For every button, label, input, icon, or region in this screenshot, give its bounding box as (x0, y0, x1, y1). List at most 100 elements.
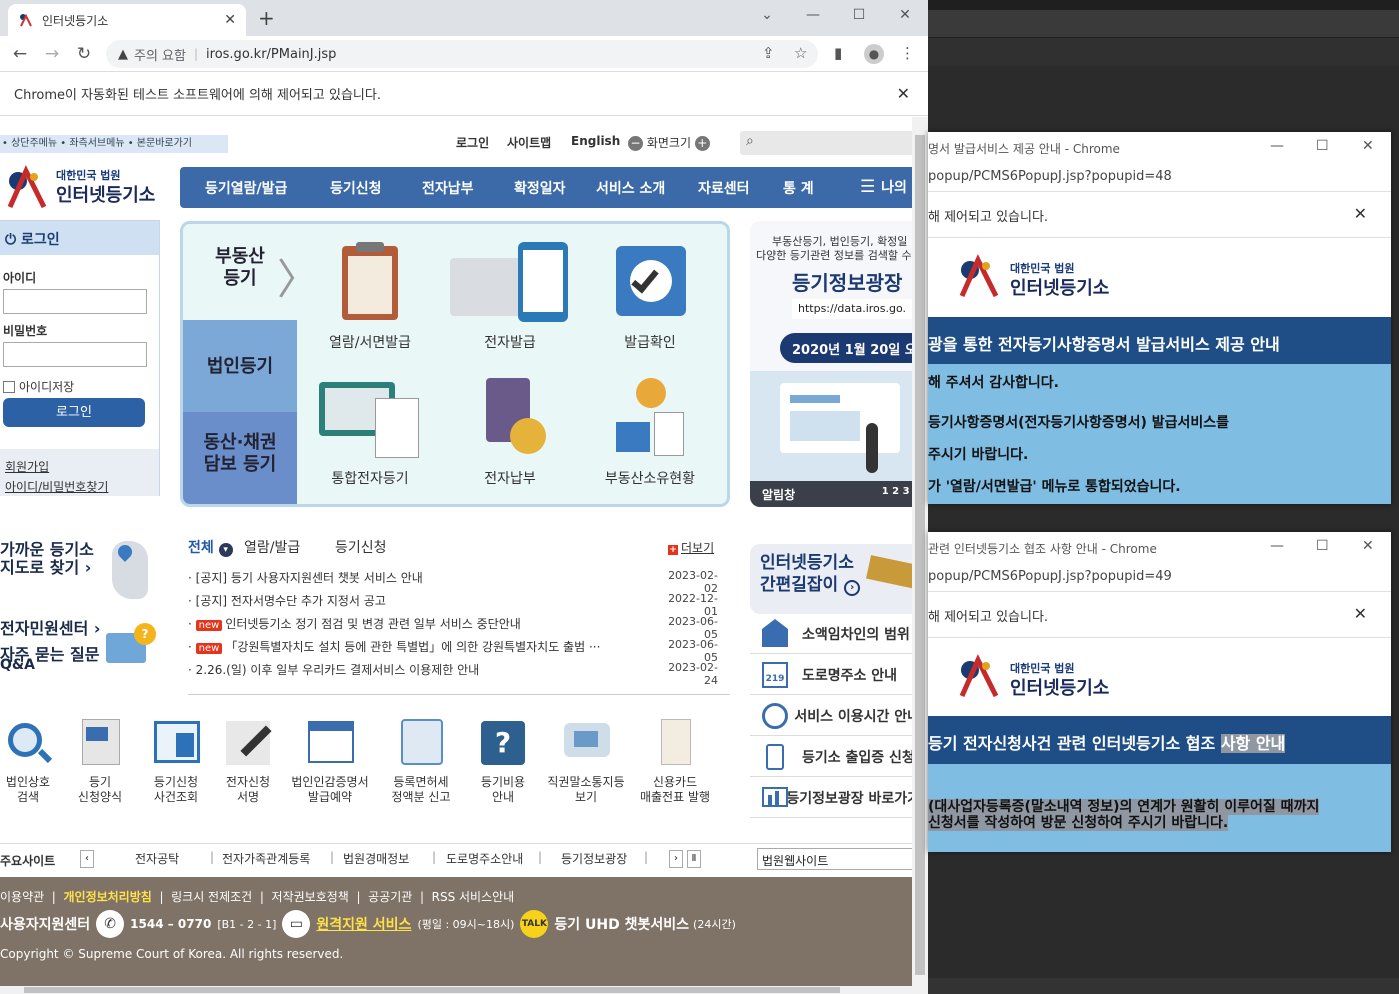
checkbox-box[interactable] (3, 380, 15, 393)
infobar-close-icon[interactable]: ✕ (1354, 204, 1367, 223)
service-integrated[interactable]: 통합전자등기 (305, 378, 435, 488)
menu-dots-icon[interactable]: ⋮ (900, 44, 915, 62)
horizontal-scrollbar[interactable] (0, 986, 912, 994)
related-site-link[interactable]: 전자공탁 (135, 850, 179, 867)
footer-terms-link[interactable]: 이용약관 (0, 890, 44, 904)
minimize-icon[interactable]: — (1270, 538, 1284, 554)
footer-public-agencies[interactable]: 공공기관 (368, 890, 412, 904)
minimize-icon[interactable]: — (790, 0, 836, 30)
notice-more-link[interactable]: + 더보기 (668, 539, 714, 556)
util-english-link[interactable]: English (571, 134, 620, 148)
address-bar[interactable]: ▲ 주의 요함 | iros.go.kr/PMainJ.jsp (106, 40, 818, 68)
share-icon[interactable]: ⇪ (762, 44, 775, 62)
service-ownership[interactable]: 부동산소유현황 (585, 378, 715, 488)
service-payment[interactable]: 전자납부 (445, 378, 575, 488)
shortcut-card-receipt[interactable]: 신용카드 매출전표 발행 (632, 717, 718, 805)
related-prev-icon[interactable]: ‹ (80, 850, 94, 868)
vertical-scrollbar[interactable] (912, 117, 928, 994)
infobar-close-icon[interactable]: ✕ (897, 84, 910, 103)
remote-support-link[interactable]: 원격지원 서비스 (316, 914, 411, 934)
notice-row[interactable]: · 2.26.(일) 이후 일부 우리카드 결제서비스 이용제한 안내 2023-… (188, 661, 718, 687)
window-close-icon[interactable]: ✕ (1362, 138, 1374, 154)
signup-link[interactable]: 회원가입 (5, 458, 49, 475)
site-logo[interactable]: 대한민국 법원 인터넷등기소 (4, 163, 174, 211)
site-search-input[interactable]: ⌕ (740, 131, 912, 155)
quick-link-service-hours[interactable]: 서비스 이용시간 안내 (750, 696, 912, 736)
login-button[interactable]: 로그인 (3, 398, 145, 427)
related-next-icon[interactable]: › (669, 850, 683, 868)
court-sites-select[interactable]: 법원웹사이트 (757, 848, 912, 870)
util-sitemap-link[interactable]: 사이트맵 (507, 134, 551, 151)
nav-item-statistics[interactable]: 통 계 (783, 178, 814, 198)
nav-my-label[interactable]: 나의 (881, 180, 907, 196)
tab-search-icon[interactable]: ⌄ (744, 0, 790, 30)
e-civil-center-link[interactable]: 전자민원센터 › (0, 615, 100, 639)
service-e-issue[interactable]: 전자발급 (445, 242, 575, 352)
footer-rss-link[interactable]: RSS 서비스안내 (432, 890, 515, 904)
related-site-link[interactable]: 도로명주소안내 (446, 850, 523, 867)
notice-tab-view[interactable]: 열람/발급 (244, 537, 300, 557)
util-login-link[interactable]: 로그인 (456, 134, 489, 151)
popup-address-bar[interactable]: popup/PCMS6PopupJ.jsp?popupid=49 (928, 562, 1391, 592)
notice-tab-apply[interactable]: 등기신청 (335, 537, 387, 557)
quick-link-road-address[interactable]: 219 도로명주소 안내 (750, 655, 912, 695)
related-site-link[interactable]: 등기정보광장 (561, 850, 627, 867)
banner-pager[interactable]: 1 2 3 4 (882, 486, 912, 497)
new-tab-icon[interactable]: + (258, 6, 275, 30)
qna-link[interactable]: Q&A (0, 657, 35, 673)
zoom-out-icon[interactable]: − (628, 136, 643, 151)
minimize-icon[interactable]: — (1270, 138, 1284, 154)
shortcut-cost-guide[interactable]: ? 등기비용 안내 (463, 717, 543, 805)
shortcut-seal-reservation[interactable]: 법인인감증명서 발급예약 (290, 717, 370, 805)
maximize-icon[interactable]: ☐ (1316, 538, 1329, 554)
nav-item-apply[interactable]: 등기신청 (330, 178, 382, 198)
category-movables[interactable]: 동산·채권 담보 등기 (183, 412, 297, 504)
window-close-icon[interactable]: ✕ (1362, 538, 1374, 554)
find-account-link[interactable]: 아이디/비밀번호찾기 (5, 478, 108, 495)
maximize-icon[interactable]: ☐ (836, 0, 882, 30)
nav-item-data-center[interactable]: 자료센터 (698, 178, 750, 198)
window-close-icon[interactable]: ✕ (882, 0, 928, 30)
footer-link-conditions[interactable]: 링크시 전제조건 (171, 890, 252, 904)
notice-tab-all[interactable]: 전체 ▾ (188, 537, 233, 557)
easy-guide-banner[interactable]: 인터넷등기소 간편길잡이 › (750, 544, 912, 614)
quick-link-data-plaza[interactable]: 등기정보광장 바로가기 (750, 778, 912, 818)
tab-close-icon[interactable]: ✕ (224, 12, 236, 28)
infobar-close-icon[interactable]: ✕ (1354, 604, 1367, 623)
save-id-checkbox[interactable]: 아이디저장 (3, 378, 74, 395)
tab-main[interactable]: 인터넷등기소 ✕ (8, 4, 246, 36)
forward-icon[interactable]: → (40, 42, 64, 66)
scrollbar-thumb[interactable] (24, 987, 840, 993)
shortcut-deletion-notice[interactable]: 직권말소통지등 보기 (538, 717, 634, 805)
skip-nav[interactable]: • 상단주메뉴 • 좌측서브메뉴 • 본문바로가기 (0, 135, 228, 153)
quick-link-tenant[interactable]: 소액임차인의 범위 (750, 614, 912, 654)
scrollbar-thumb[interactable] (915, 135, 925, 975)
nav-item-service-intro[interactable]: 서비스 소개 (596, 178, 665, 198)
chatbot-link[interactable]: 등기 UHD 챗봇서비스 (554, 914, 689, 934)
shortcut-corp-name-search[interactable]: 법인상호 검색 (0, 717, 68, 805)
map-find-link[interactable]: 지도로 찾기 › (0, 554, 91, 578)
maximize-icon[interactable]: ☐ (1316, 138, 1329, 154)
nav-item-payment[interactable]: 전자납부 (422, 178, 474, 198)
bookmark-star-icon[interactable]: ☆ (794, 44, 807, 62)
back-icon[interactable]: ← (8, 42, 32, 66)
nav-item-view-issue[interactable]: 등기열람/발급 (205, 178, 287, 198)
nav-item-fixed-date[interactable]: 확정일자 (514, 178, 566, 198)
related-pause-icon[interactable]: Ⅱ (687, 850, 701, 868)
hamburger-menu-icon[interactable]: ☰ 나의 (860, 177, 907, 197)
profile-icon[interactable]: ● (864, 44, 884, 64)
quick-link-access-card[interactable]: 등기소 출입증 신청 (750, 737, 912, 777)
footer-copyright-policy[interactable]: 저작권보호정책 (272, 890, 349, 904)
shortcut-forms[interactable]: 등기 신청양식 (60, 717, 140, 805)
related-site-link[interactable]: 법원경매정보 (343, 850, 409, 867)
category-corporate[interactable]: 법인등기 (183, 320, 297, 412)
service-verify[interactable]: 발급확인 (585, 242, 715, 352)
service-view-issue[interactable]: 열람/서면발급 (305, 242, 435, 352)
shortcut-case-lookup[interactable]: 등기신청 사건조회 (136, 717, 216, 805)
related-site-link[interactable]: 전자가족관계등록 (222, 850, 310, 867)
reload-icon[interactable]: ↻ (72, 42, 96, 66)
shortcut-license-tax[interactable]: 등록면허세 정액분 신고 (381, 717, 461, 805)
zoom-in-icon[interactable]: + (694, 136, 710, 151)
side-panel-icon[interactable]: ▮ (834, 44, 842, 62)
search-icon[interactable]: ⌕ (746, 133, 754, 149)
